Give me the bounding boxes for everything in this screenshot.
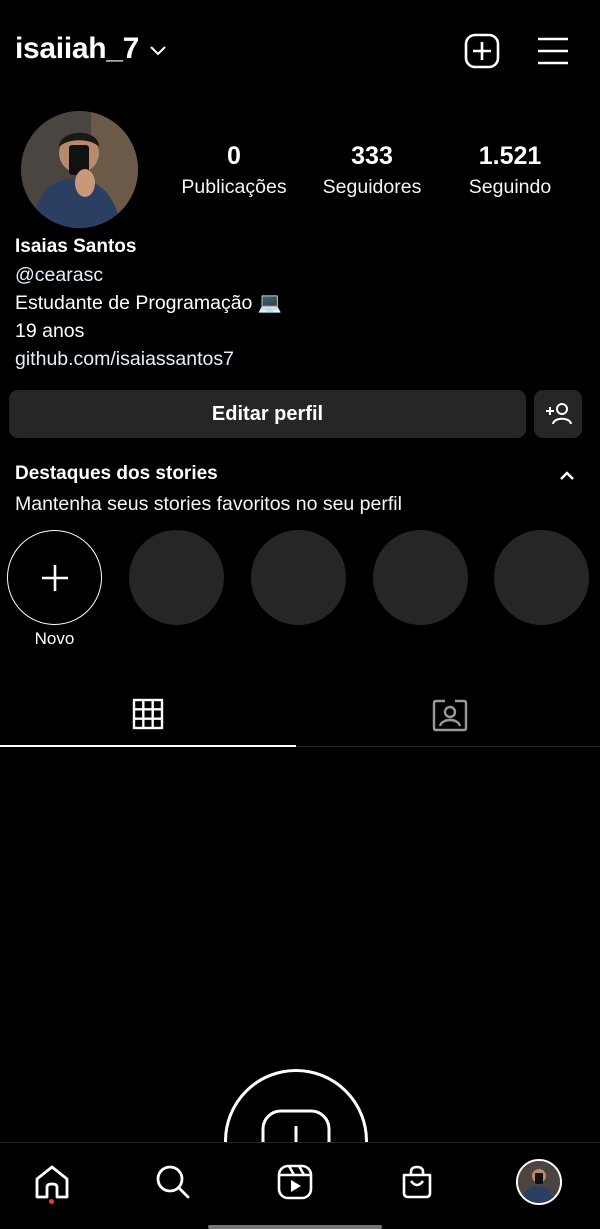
new-highlight-label: Novo xyxy=(34,629,75,648)
notification-dot xyxy=(49,1199,54,1204)
highlights-subtitle: Mantenha seus stories favoritos no seu p… xyxy=(15,493,402,515)
chevron-down-icon xyxy=(150,46,166,56)
nav-reels[interactable] xyxy=(270,1157,320,1207)
chevron-up-icon[interactable] xyxy=(557,466,577,486)
highlight-placeholder xyxy=(251,530,346,625)
profile-avatar xyxy=(516,1159,562,1205)
stat-label: Seguindo xyxy=(468,176,552,198)
username: isaiiah_7 xyxy=(15,32,140,65)
tab-tagged[interactable] xyxy=(300,683,600,747)
add-post-icon[interactable] xyxy=(464,33,500,69)
highlight-placeholder xyxy=(494,530,589,625)
threads-handle[interactable]: @cearasc xyxy=(15,261,282,289)
discover-people-button[interactable] xyxy=(534,390,582,438)
stat-value: 1.521 xyxy=(478,142,542,170)
tagged-icon xyxy=(432,699,468,732)
tab-posts-grid[interactable] xyxy=(0,683,296,747)
nav-profile[interactable] xyxy=(514,1157,564,1207)
stat-value: 333 xyxy=(351,142,393,170)
nav-search[interactable] xyxy=(148,1157,198,1207)
bottom-nav xyxy=(0,1142,600,1229)
grid-icon xyxy=(132,698,164,730)
plus-icon xyxy=(41,564,68,591)
profile-link[interactable]: github.com/isaiassantos7 xyxy=(15,345,282,373)
profile-avatar[interactable] xyxy=(21,111,138,228)
bio-line: Estudante de Programação 💻 xyxy=(15,292,283,314)
home-icon xyxy=(35,1165,69,1199)
new-highlight-button[interactable] xyxy=(7,530,102,625)
shop-icon xyxy=(402,1165,432,1199)
bio-line: 19 anos xyxy=(15,320,85,342)
stat-label: Publicações xyxy=(181,176,287,198)
system-home-indicator[interactable] xyxy=(208,1225,382,1229)
reels-icon xyxy=(277,1164,313,1200)
profile-bio: Isaias Santos @cearasc Estudante de Prog… xyxy=(15,233,282,373)
stat-following[interactable]: 1.521 Seguindo xyxy=(455,140,565,202)
search-icon xyxy=(156,1165,190,1199)
edit-profile-label: Editar perfil xyxy=(211,402,324,425)
highlights-title: Destaques dos stories xyxy=(15,463,218,484)
highlight-placeholder xyxy=(373,530,468,625)
menu-icon[interactable] xyxy=(535,33,571,69)
stat-followers[interactable]: 333 Seguidores xyxy=(312,140,432,202)
stat-value: 0 xyxy=(227,142,241,170)
add-person-icon xyxy=(546,403,572,425)
highlight-placeholder xyxy=(129,530,224,625)
username-switcher[interactable]: isaiiah_7 xyxy=(15,32,167,66)
avatar-photo xyxy=(518,1161,560,1203)
top-bar: isaiiah_7 xyxy=(0,0,600,104)
edit-profile-button[interactable]: Editar perfil xyxy=(9,390,526,438)
nav-shop[interactable] xyxy=(392,1157,442,1207)
profile-name: Isaias Santos xyxy=(15,236,137,257)
stat-label: Seguidores xyxy=(322,176,422,198)
stat-posts: 0 Publicações xyxy=(170,140,298,202)
avatar-photo xyxy=(21,111,138,228)
profile-tabs xyxy=(0,683,600,747)
